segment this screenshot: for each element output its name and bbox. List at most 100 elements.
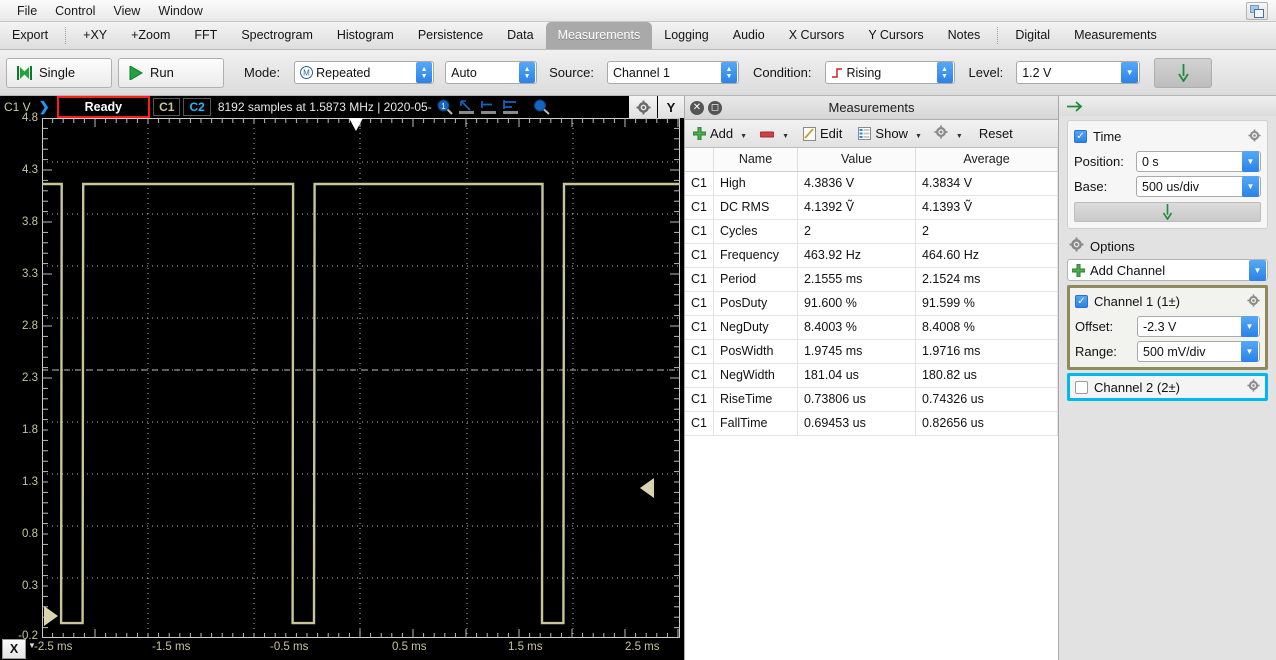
source-select[interactable]: Channel 1 ▲ ▼ <box>606 61 739 84</box>
gear-icon[interactable] <box>1248 128 1261 145</box>
mode-select[interactable]: M Repeated ▲ ▼ <box>294 61 435 84</box>
tab-spectrogram[interactable]: Spectrogram <box>229 22 325 49</box>
measure-width-icon[interactable] <box>502 99 519 115</box>
tab-notes[interactable]: Notes <box>936 22 993 49</box>
table-row[interactable]: C1 Cycles 2 2 <box>685 219 1059 244</box>
auto-stepper[interactable]: ▲ ▼ <box>519 62 536 83</box>
run-button[interactable]: Run <box>118 57 224 88</box>
tab-y-cursors[interactable]: Y Cursors <box>856 22 935 49</box>
scope-plot[interactable]: 4.8 4.3 3.8 3.3 2.8 2.3 1.8 1.3 0.8 0.3 … <box>0 112 684 642</box>
gear-icon[interactable] <box>1069 237 1084 255</box>
table-row[interactable]: C1 High 4.3836 V 4.3834 V <box>685 171 1059 196</box>
x-axis-button[interactable]: X <box>2 639 26 659</box>
table-row[interactable]: C1 PosWidth 1.9745 ms 1.9716 ms <box>685 339 1059 364</box>
channel-1-checkbox[interactable]: ✓ <box>1075 295 1088 308</box>
restore-icon[interactable]: ◻ <box>708 100 722 115</box>
tab-measurements-2[interactable]: Measurements <box>1062 22 1169 49</box>
single-button[interactable]: Single <box>6 57 112 88</box>
add-caret-icon[interactable]: ▼ <box>740 133 747 140</box>
reset-button[interactable]: Reset <box>979 126 1013 141</box>
row-channel: C1 <box>685 363 714 388</box>
range-input[interactable]: 500 mV/div ▼ <box>1137 341 1260 362</box>
row-value: 4.3836 V <box>797 171 916 196</box>
menu-item-file[interactable]: File <box>8 0 46 22</box>
tab-zoom[interactable]: +Zoom <box>119 22 182 49</box>
show-measurement-button[interactable]: Show <box>858 126 908 141</box>
base-pulldown[interactable]: ▼ <box>1242 176 1259 197</box>
badge-c2[interactable]: C2 <box>183 98 211 116</box>
table-row[interactable]: C1 Frequency 463.92 Hz 464.60 Hz <box>685 243 1059 268</box>
table-row[interactable]: C1 FallTime 0.69453 us 0.82656 us <box>685 411 1059 436</box>
table-row[interactable]: C1 RiseTime 0.73806 us 0.74326 us <box>685 387 1059 412</box>
table-row[interactable]: C1 Period 2.1555 ms 2.1524 ms <box>685 267 1059 292</box>
measure-cursor-icon[interactable] <box>458 99 475 115</box>
table-row[interactable]: C1 NegDuty 8.4003 % 8.4008 % <box>685 315 1059 340</box>
tab-x-cursors[interactable]: X Cursors <box>777 22 857 49</box>
mode-stepper[interactable]: ▲ ▼ <box>416 62 433 83</box>
zoom-icon[interactable] <box>533 99 550 115</box>
table-row[interactable]: C1 NegWidth 181.04 us 180.82 us <box>685 363 1059 388</box>
sidebar-collapse-bar[interactable] <box>1059 96 1276 116</box>
add-measurement-button[interactable]: Add <box>693 126 733 141</box>
edit-measurement-button[interactable]: Edit <box>803 126 842 141</box>
level-pulldown[interactable]: ▼ <box>1121 62 1139 83</box>
tab-data[interactable]: Data <box>495 22 545 49</box>
x-tick-1: -1.5 ms <box>152 641 191 653</box>
offset-input[interactable]: -2.3 V ▼ <box>1137 316 1260 337</box>
options-caret-icon[interactable]: ▼ <box>956 133 963 140</box>
tab-measurements[interactable]: Measurements <box>545 22 653 49</box>
apply-trigger-button[interactable] <box>1154 57 1213 88</box>
tab-histogram[interactable]: Histogram <box>325 22 406 49</box>
add-channel-pulldown[interactable]: ▼ <box>1249 259 1266 281</box>
base-input[interactable]: 500 us/div ▼ <box>1136 176 1261 197</box>
tab-digital[interactable]: Digital <box>1003 22 1062 49</box>
menu-item-view[interactable]: View <box>104 0 149 22</box>
menu-item-control[interactable]: Control <box>46 0 104 22</box>
offset-pulldown[interactable]: ▼ <box>1241 316 1258 337</box>
condition-select[interactable]: Rising ▲ ▼ <box>824 61 955 84</box>
y-tick-3: 3.3 <box>22 268 38 280</box>
menu-item-window[interactable]: Window <box>149 0 211 22</box>
tab-fft[interactable]: FFT <box>182 22 229 49</box>
channel-2-card[interactable]: Channel 2 (2±) <box>1067 373 1268 401</box>
auto-select[interactable]: Auto ▲ ▼ <box>445 61 538 84</box>
table-row[interactable]: C1 DC RMS 4.1392 Ṽ 4.1393 Ṽ <box>685 195 1059 220</box>
time-title: Time <box>1093 129 1122 144</box>
restore-window-icon[interactable] <box>1246 2 1268 20</box>
close-icon[interactable]: ✕ <box>690 100 704 115</box>
row-average: 464.60 Hz <box>915 243 1059 268</box>
tab-persistence[interactable]: Persistence <box>406 22 495 49</box>
time-checkbox[interactable]: ✓ <box>1074 130 1087 143</box>
x-tick-2: -0.5 ms <box>270 641 309 653</box>
remove-icon[interactable] <box>759 126 775 141</box>
channel-2-checkbox[interactable] <box>1075 380 1088 394</box>
expand-chevron-icon[interactable]: ❯ <box>39 99 50 115</box>
gear-icon[interactable] <box>629 96 657 118</box>
remove-caret-icon[interactable]: ▼ <box>782 133 789 140</box>
row-value: 4.1392 Ṽ <box>797 195 916 220</box>
range-pulldown[interactable]: ▼ <box>1241 341 1258 362</box>
tab-xy[interactable]: +XY <box>71 22 119 49</box>
tab-export[interactable]: Export <box>0 22 60 49</box>
position-input[interactable]: 0 s ▼ <box>1136 151 1261 172</box>
table-row[interactable]: C1 PosDuty 91.600 % 91.599 % <box>685 291 1059 316</box>
source-stepper[interactable]: ▲ ▼ <box>720 62 737 83</box>
show-caret-icon[interactable]: ▼ <box>915 133 922 140</box>
waveform-canvas[interactable] <box>42 118 680 638</box>
time-base-row: Base: 500 us/div ▼ <box>1074 176 1261 197</box>
tab-audio[interactable]: Audio <box>721 22 777 49</box>
gear-icon[interactable] <box>1247 293 1260 310</box>
gear-icon[interactable] <box>1247 379 1260 395</box>
measure-left-icon[interactable] <box>480 99 497 115</box>
tab-logging[interactable]: Logging <box>652 22 721 49</box>
position-pulldown[interactable]: ▼ <box>1242 151 1259 172</box>
time-apply-button[interactable] <box>1074 202 1261 222</box>
zoom-fit-icon[interactable]: 1 <box>437 99 453 115</box>
channel-1-offset-row: Offset: -2.3 V ▼ <box>1075 316 1260 337</box>
condition-stepper[interactable]: ▲ ▼ <box>936 62 953 83</box>
y-axis-icon[interactable]: Y <box>658 96 684 118</box>
gear-icon[interactable] <box>934 125 948 142</box>
add-channel-button[interactable]: Add Channel ▼ <box>1067 259 1268 281</box>
level-input[interactable]: 1.2 V ▼ <box>1016 61 1141 84</box>
badge-c1[interactable]: C1 <box>153 98 181 116</box>
